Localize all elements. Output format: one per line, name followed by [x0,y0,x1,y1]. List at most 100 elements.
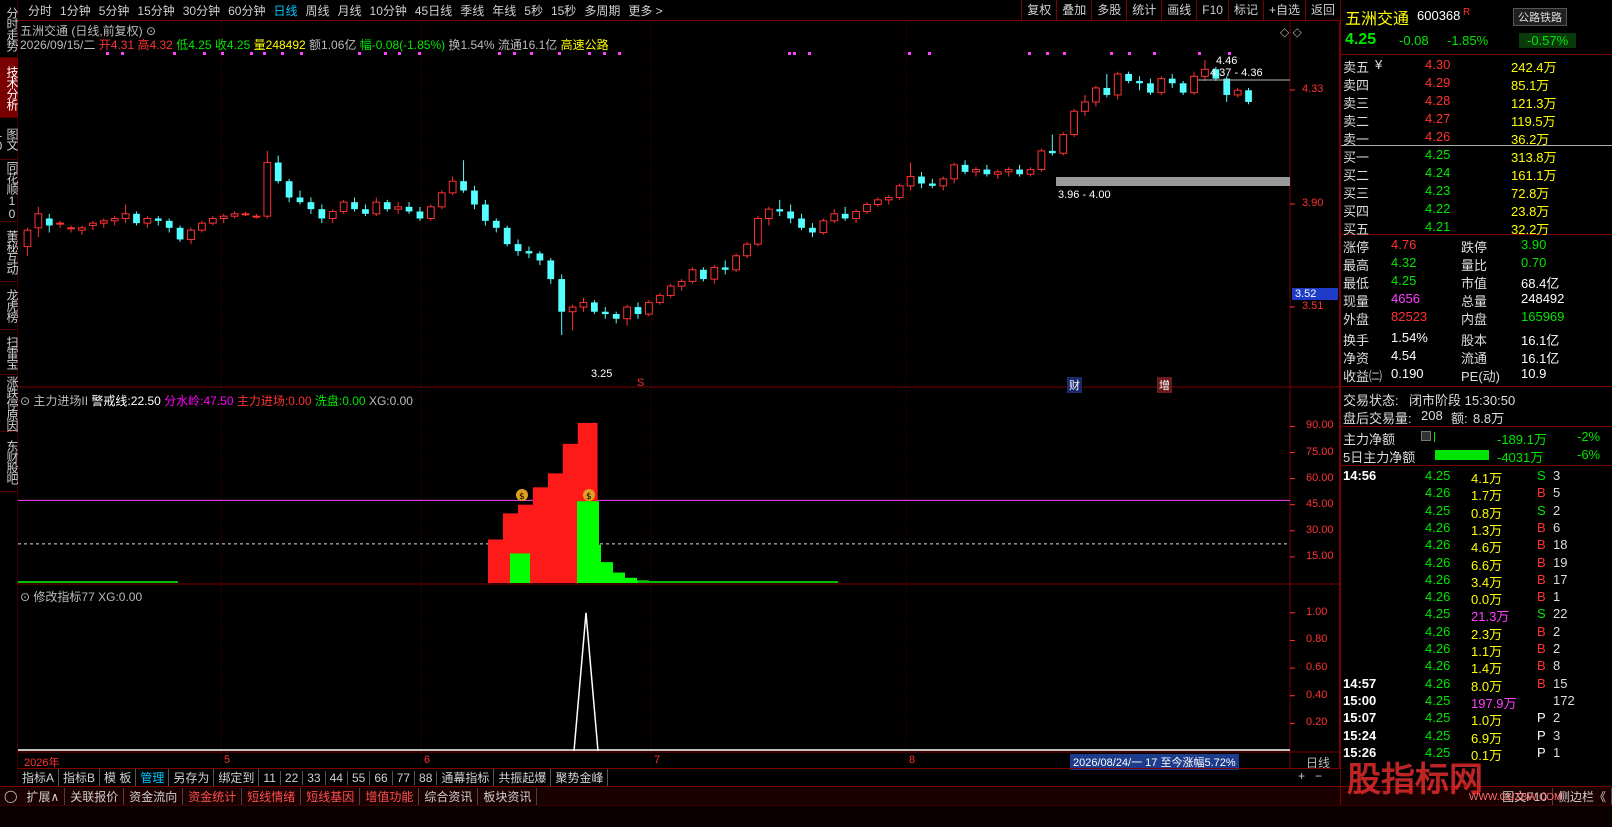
status-item-2[interactable]: 资金流向 [124,787,184,805]
period-6[interactable]: 日线 [269,2,301,19]
indicator2-toggle-icon[interactable]: ⊙ [20,590,30,604]
tick-row-5[interactable]: 4.26 6.6万 B 19 [1341,554,1612,573]
tick-row-10[interactable]: 4.26 1.1万 B 2 [1341,640,1612,659]
left-tab-2[interactable]: 图文10 [0,118,19,160]
toolbar-button-5[interactable]: F10 [1196,0,1228,21]
indicator-tab-0[interactable]: 指标A [18,769,60,786]
net-flow-toggle[interactable] [1421,431,1431,441]
bid-row-4[interactable]: 买五 4.21 32.2万 [1341,218,1612,237]
zoom-in-icon[interactable]: + [1298,769,1305,783]
bid-row-1[interactable]: 买二 4.24 161.1万 [1341,164,1612,183]
period-14[interactable]: 15秒 [547,2,580,19]
indicator-tab-11[interactable]: 66 [370,770,393,785]
indicator-tab-14[interactable]: 通幕指标 [437,769,495,786]
toolbar-button-8[interactable]: 返回 [1304,0,1340,21]
period-4[interactable]: 30分钟 [179,2,224,19]
ask-row-2[interactable]: 卖三 4.28 121.3万 [1341,92,1612,111]
stat-row-3[interactable]: 现量 4656 总量 248492 [1341,290,1612,309]
sector-button[interactable]: 公路铁路 [1513,8,1567,26]
period-1[interactable]: 1分钟 [56,2,95,19]
zoom-buttons[interactable]: + − [1298,769,1322,783]
period-5[interactable]: 60分钟 [224,2,269,19]
finance-marker[interactable]: 财 [1067,377,1082,393]
tick-row-11[interactable]: 4.26 1.4万 B 8 [1341,657,1612,676]
tick-row-1[interactable]: 4.26 1.7万 B 5 [1341,484,1612,503]
indicator-tab-3[interactable]: 管理 [136,769,170,786]
tick-row-7[interactable]: 4.26 0.0万 B 1 [1341,588,1612,607]
tick-row-15[interactable]: 15:24 4.25 6.9万 P 3 [1341,727,1612,746]
indicator-tab-5[interactable]: 绑定到 [214,769,260,786]
tick-row-13[interactable]: 15:00 4.25 197.9万 172 [1341,692,1612,711]
left-tab-5[interactable]: 龙虎榜 [0,282,19,330]
bid-row-0[interactable]: 买一 4.25 313.8万 [1341,146,1612,165]
period-8[interactable]: 月线 [334,2,366,19]
period-11[interactable]: 季线 [456,2,488,19]
tick-row-16[interactable]: 15:26 4.25 0.1万 P 1 [1341,744,1612,763]
stat-row-2[interactable]: 最低 4.25 市值 68.4亿 [1341,272,1612,291]
left-tab-1[interactable]: 技术分析 [0,58,19,118]
indicator-tab-13[interactable]: 88 [415,770,438,785]
indicator-tab-2[interactable]: 模 板 [100,769,137,786]
indicator-tab-15[interactable]: 共振起爆 [494,769,552,786]
period-2[interactable]: 5分钟 [95,2,134,19]
left-tab-6[interactable]: 扫雷宝 [0,330,19,375]
tick-row-0[interactable]: 14:56 4.25 4.1万 S 3 [1341,467,1612,486]
period-12[interactable]: 年线 [488,2,520,19]
indicator-tab-6[interactable]: 11 [259,770,281,785]
status-item-5[interactable]: 短线基因 [301,787,361,805]
toolbar-button-4[interactable]: 画线 [1161,0,1196,21]
period-13[interactable]: 5秒 [520,2,547,19]
tick-row-6[interactable]: 4.26 3.4万 B 17 [1341,571,1612,590]
increase-marker[interactable]: 增 [1157,377,1172,393]
period-9[interactable]: 10分钟 [366,2,411,19]
bid-row-3[interactable]: 买四 4.22 23.8万 [1341,200,1612,219]
period-0[interactable]: 分时 [24,2,56,19]
period-10[interactable]: 45日线 [411,2,456,19]
status-item-7[interactable]: 综合资讯 [419,787,479,805]
left-tab-4[interactable]: 董秘互动 [0,222,19,282]
indicator-tab-16[interactable]: 聚势金峰 [551,769,609,786]
status-item-4[interactable]: 短线情绪 [242,787,302,805]
stat-row-7[interactable]: 收益㈡ 0.190 PE(动) 10.9 [1341,365,1612,384]
left-tab-3[interactable]: 同花顺10 [0,160,19,222]
period-15[interactable]: 多周期 [580,2,624,19]
status-item-1[interactable]: 关联报价 [65,787,125,805]
toggle-icon[interactable]: ◯ [0,789,21,803]
indicator1-toggle-icon[interactable]: ⊙ [20,394,30,408]
indicator-tab-7[interactable]: 22 [281,770,304,785]
toolbar-button-7[interactable]: +自选 [1262,0,1305,21]
ask-row-4[interactable]: 卖一 4.26 36.2万 [1341,128,1612,147]
tick-row-8[interactable]: 4.25 21.3万 S 22 [1341,605,1612,624]
period-16[interactable]: 更多 > [624,2,666,19]
ask-row-0[interactable]: 卖五 ¥4.30 242.4万 [1341,56,1612,75]
tick-row-12[interactable]: 14:57 4.26 8.0万 B 15 [1341,675,1612,694]
toolbar-button-6[interactable]: 标记 [1227,0,1263,21]
status-item-8[interactable]: 板块资讯 [478,787,538,805]
toolbar-button-2[interactable]: 多股 [1091,0,1126,21]
ask-row-3[interactable]: 卖二 4.27 119.5万 [1341,110,1612,129]
tick-row-4[interactable]: 4.26 4.6万 B 18 [1341,536,1612,555]
tick-row-2[interactable]: 4.25 0.8万 S 2 [1341,502,1612,521]
tick-row-9[interactable]: 4.26 2.3万 B 2 [1341,623,1612,642]
toolbar-button-0[interactable]: 复权 [1021,0,1056,21]
indicator-tab-4[interactable]: 另存为 [169,769,215,786]
status-item-6[interactable]: 增值功能 [360,787,420,805]
indicator-tab-1[interactable]: 指标B [59,769,101,786]
stat-row-6[interactable]: 净资 4.54 流通 16.1亿 [1341,347,1612,366]
toolbar-button-1[interactable]: 叠加 [1056,0,1091,21]
period-3[interactable]: 15分钟 [133,2,178,19]
indicator-tab-12[interactable]: 77 [393,770,416,785]
status-item-0[interactable]: 扩展∧ [21,787,66,805]
bid-row-2[interactable]: 买三 4.23 72.8万 [1341,182,1612,201]
indicator-tab-8[interactable]: 33 [303,770,326,785]
left-tab-8[interactable]: 东财股吧 [0,432,19,492]
stat-row-4[interactable]: 外盘 82523 内盘 165969 [1341,308,1612,327]
ask-row-1[interactable]: 卖四 4.29 85.1万 [1341,74,1612,93]
indicator-tab-9[interactable]: 44 [326,770,348,785]
left-tab-0[interactable]: 分时走势 [0,0,19,58]
left-tab-7[interactable]: 涨跌停原因 [0,375,19,432]
chart-area[interactable]: $ $ 五洲交通 (日线,前复权) ⊙ 2026/09/15/二 开4.31 高4… [18,21,1340,770]
stat-row-1[interactable]: 最高 4.32 量比 0.70 [1341,254,1612,273]
toolbar-button-3[interactable]: 统计 [1126,0,1161,21]
status-item-3[interactable]: 资金统计 [183,787,243,805]
